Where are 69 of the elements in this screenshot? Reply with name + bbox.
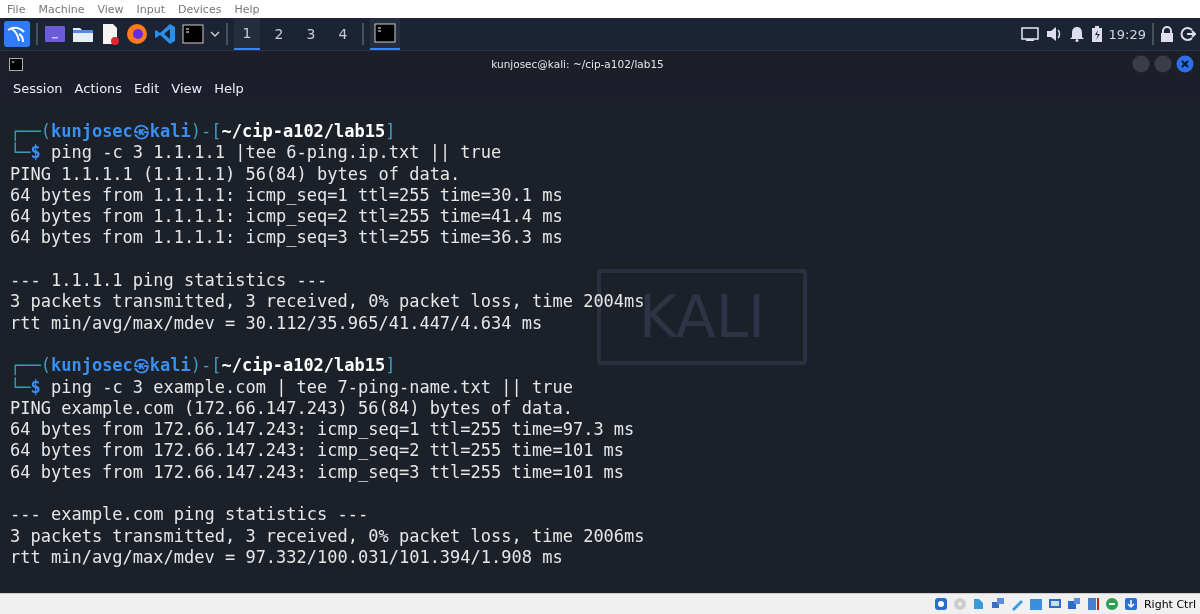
- output-line: rtt min/avg/max/mdev = 97.332/100.031/101.394/1.908 ms: [10, 546, 563, 567]
- logout-icon[interactable]: [1180, 26, 1196, 42]
- prompt-sigil: $: [30, 376, 41, 397]
- prompt-user: kunjosec㉿kali: [50, 355, 191, 376]
- workspace-tab[interactable]: 4: [330, 18, 356, 50]
- bell-icon[interactable]: [1068, 26, 1085, 42]
- prompt-path: ~/cip-a102/lab15: [221, 355, 386, 376]
- output-line: --- 1.1.1.1 ping statistics ---: [10, 270, 328, 291]
- output-line: 64 bytes from 172.66.147.243: icmp_seq=1 ttl=255 time=97.3 ms: [10, 419, 635, 440]
- prompt-sigil: $: [30, 142, 41, 163]
- menu-item[interactable]: View: [165, 80, 209, 96]
- prompt-frame: └─: [10, 142, 31, 163]
- close-button[interactable]: [1176, 55, 1194, 73]
- output-line: PING 1.1.1.1 (1.1.1.1) 56(84) bytes of data.: [10, 163, 461, 184]
- menu-item[interactable]: Edit: [128, 80, 166, 96]
- shared-folder-icon[interactable]: [1027, 596, 1044, 612]
- output-line: --- example.com ping statistics ---: [10, 504, 369, 525]
- output-line: 64 bytes from 172.66.147.243: icmp_seq=3 ttl=255 time=101 ms: [10, 461, 625, 482]
- prompt-frame: └─: [10, 376, 31, 397]
- host-key-label: Right Ctrl: [1143, 597, 1196, 611]
- menu-item[interactable]: Devices: [173, 2, 230, 16]
- menu-item[interactable]: Session: [7, 80, 69, 96]
- output-line: 64 bytes from 172.66.147.243: icmp_seq=2 ttl=255 time=101 ms: [10, 440, 625, 461]
- output-line: 3 packets transmitted, 3 received, 0% packet loss, time 2004ms: [10, 291, 645, 312]
- desktop-icon[interactable]: [44, 24, 66, 44]
- video-capture-icon[interactable]: [1065, 596, 1082, 612]
- output-line: 64 bytes from 1.1.1.1: icmp_seq=3 ttl=255 time=36.3 ms: [10, 227, 563, 248]
- output-line: PING example.com (172.66.147.243) 56(84) bytes of data.: [10, 397, 573, 418]
- command-text: ping -c 3 1.1.1.1 |tee 6-ping.ip.txt || true: [49, 142, 502, 163]
- terminal-icon: [9, 57, 23, 71]
- terminal-icon: [374, 23, 396, 43]
- prompt-user: kunjosec㉿kali: [50, 121, 191, 141]
- terminal-task-button[interactable]: [370, 18, 400, 50]
- command-text: ping -c 3 example.com | tee 7-ping-name.txt || true: [49, 376, 573, 397]
- mouse-integration-icon[interactable]: [1103, 596, 1120, 612]
- menu-item[interactable]: Machine: [33, 2, 93, 16]
- prompt-path: ~/cip-a102/lab15: [221, 121, 386, 141]
- workspace-tab[interactable]: 2: [266, 18, 292, 50]
- menu-item[interactable]: Help: [208, 80, 250, 96]
- workspace-tab[interactable]: 3: [298, 18, 324, 50]
- output-line: 3 packets transmitted, 3 received, 0% packet loss, time 2006ms: [10, 525, 645, 546]
- output-line: 64 bytes from 1.1.1.1: icmp_seq=1 ttl=255 time=30.1 ms: [10, 184, 563, 205]
- prompt-frame: ┌──(: [10, 355, 51, 376]
- window-title: kunjosec@kali: ~/cip-a102/lab15: [490, 58, 665, 70]
- output-line: 64 bytes from 1.1.1.1: icmp_seq=2 ttl=255 time=41.4 ms: [10, 206, 563, 227]
- output-line: rtt min/avg/max/mdev = 30.112/35.965/41.447/4.634 ms: [10, 312, 543, 333]
- prompt-frame: )-[: [190, 355, 222, 376]
- prompt-frame: ]: [385, 355, 396, 376]
- prompt-frame: ]: [385, 121, 396, 141]
- dragon-logo-icon[interactable]: [4, 21, 30, 47]
- menu-item[interactable]: Actions: [68, 80, 129, 96]
- text-editor-icon[interactable]: [100, 23, 120, 45]
- keyboard-capture-icon[interactable]: [1122, 596, 1139, 612]
- menu-item[interactable]: View: [92, 2, 132, 16]
- menu-item[interactable]: Help: [229, 2, 268, 16]
- terminal-icon[interactable]: [182, 24, 204, 44]
- clock[interactable]: 19:29: [1108, 26, 1146, 42]
- menu-item[interactable]: File: [2, 2, 34, 16]
- lock-icon[interactable]: [1160, 26, 1174, 42]
- battery-icon[interactable]: [1090, 26, 1103, 42]
- prompt-frame: )-[: [190, 121, 222, 141]
- code-editor-icon[interactable]: [154, 23, 176, 45]
- prompt-frame: ┌──(: [10, 121, 51, 141]
- workspace-tab[interactable]: 1: [234, 18, 260, 50]
- volume-icon[interactable]: [1044, 26, 1063, 42]
- firefox-icon[interactable]: [126, 23, 148, 45]
- menu-item[interactable]: Input: [131, 2, 174, 16]
- display-icon[interactable]: [1020, 26, 1039, 42]
- caret-icon[interactable]: [210, 30, 220, 38]
